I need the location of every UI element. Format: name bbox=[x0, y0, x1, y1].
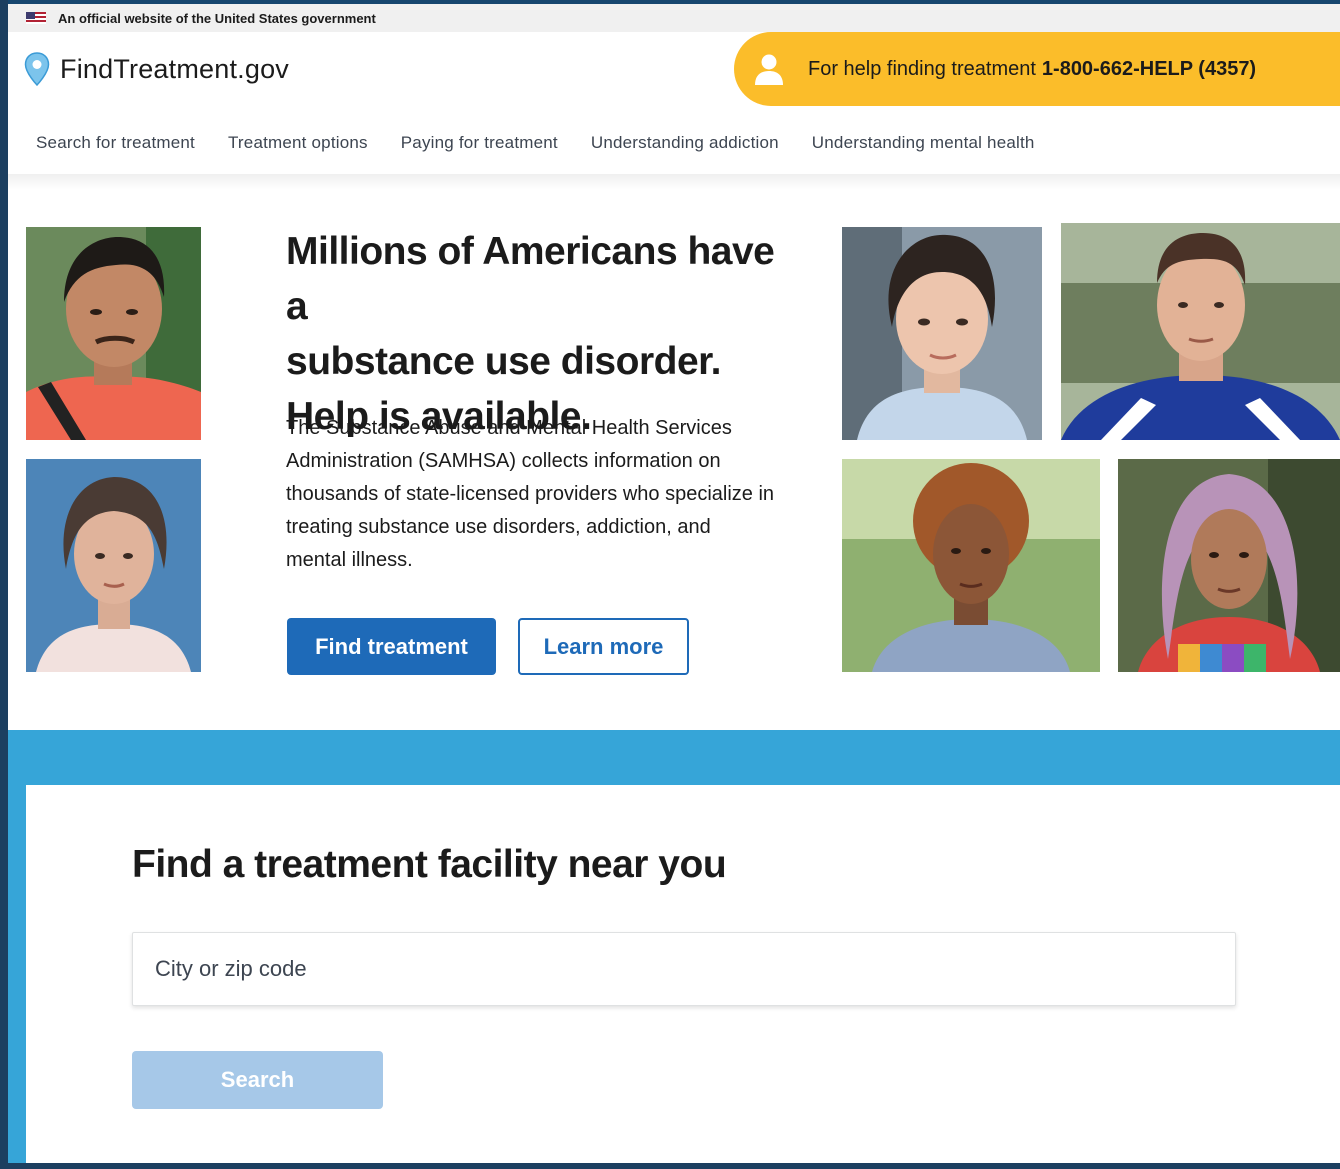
hero-title: Millions of Americans have a substance u… bbox=[286, 224, 786, 444]
photo-woman-curly-hair bbox=[842, 459, 1100, 672]
nav-item-treatment-options[interactable]: Treatment options bbox=[228, 133, 368, 153]
nav-divider bbox=[8, 174, 1340, 190]
search-button[interactable]: Search bbox=[132, 1051, 383, 1109]
hero-description: The Substance Abuse and Mental Health Se… bbox=[286, 417, 775, 571]
helpline-banner[interactable]: For help finding treatment 1-800-662-HEL… bbox=[734, 32, 1340, 106]
main-nav: Search for treatment Treatment options P… bbox=[8, 112, 1340, 174]
hero-section: Millions of Americans have a substance u… bbox=[8, 190, 1340, 710]
window-frame-left bbox=[0, 0, 8, 1169]
helpline-text: For help finding treatment bbox=[808, 57, 1036, 80]
location-search-input[interactable] bbox=[132, 932, 1236, 1006]
map-pin-icon bbox=[24, 52, 50, 86]
photo-young-man-jersey bbox=[1061, 223, 1340, 440]
photo-man-red-shirt bbox=[26, 227, 201, 440]
site-header: FindTreatment.gov For help finding treat… bbox=[8, 32, 1340, 112]
nav-item-understanding-mental-health[interactable]: Understanding mental health bbox=[812, 133, 1035, 153]
search-card: Find a treatment facility near you Searc… bbox=[26, 785, 1340, 1163]
nav-item-understanding-addiction[interactable]: Understanding addiction bbox=[591, 133, 779, 153]
logo-text: FindTreatment.gov bbox=[60, 53, 289, 84]
photo-woman-blue-wall bbox=[26, 459, 201, 672]
hero-title-line-1: Millions of Americans have a bbox=[286, 230, 775, 328]
person-icon bbox=[755, 54, 783, 85]
learn-more-button[interactable]: Learn more bbox=[518, 618, 689, 675]
window-frame-bottom bbox=[0, 1163, 1340, 1169]
nav-item-paying-for-treatment[interactable]: Paying for treatment bbox=[401, 133, 558, 153]
gov-banner-text: An official website of the United States… bbox=[58, 10, 376, 26]
find-treatment-button[interactable]: Find treatment bbox=[287, 618, 496, 675]
search-title: Find a treatment facility near you bbox=[132, 843, 727, 886]
hero-title-line-2: substance use disorder. bbox=[286, 340, 722, 383]
photo-young-woman bbox=[842, 227, 1042, 440]
site-logo[interactable]: FindTreatment.gov bbox=[24, 52, 289, 86]
photo-woman-long-hair bbox=[1118, 459, 1340, 672]
nav-item-search-for-treatment[interactable]: Search for treatment bbox=[36, 133, 195, 153]
helpline-phone[interactable]: 1-800-662-HELP (4357) bbox=[1042, 58, 1256, 81]
gov-banner: An official website of the United States… bbox=[8, 4, 1340, 32]
us-flag-icon bbox=[26, 12, 46, 24]
